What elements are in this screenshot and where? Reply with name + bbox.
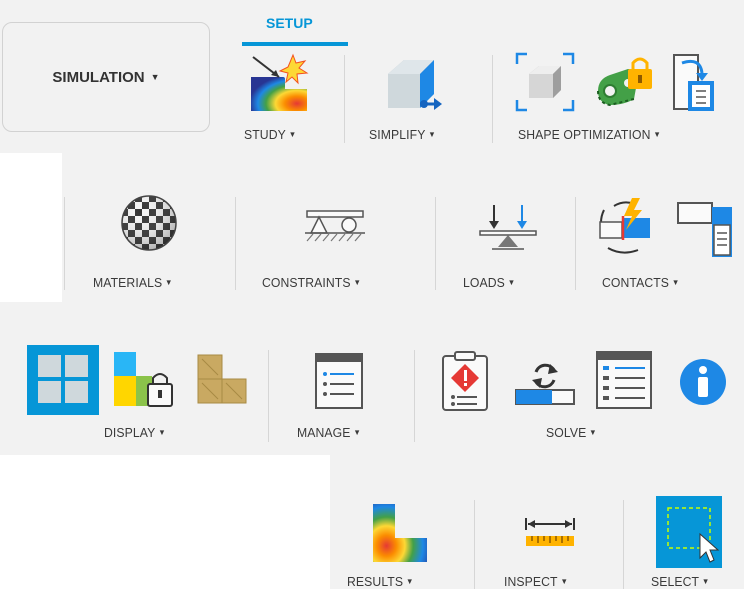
solve-label: SOLVE <box>546 425 587 440</box>
chevron-down-icon: ▼ <box>165 278 173 287</box>
study-menu[interactable]: STUDY ▼ <box>244 127 296 142</box>
inspect-menu[interactable]: INSPECT ▼ <box>504 574 568 589</box>
shape-optimization-label: SHAPE OPTIMIZATION <box>518 127 651 142</box>
separator <box>474 500 475 589</box>
chevron-down-icon: ▼ <box>589 428 597 437</box>
chevron-down-icon: ▼ <box>428 130 436 139</box>
contacts-menu[interactable]: CONTACTS ▼ <box>602 275 679 290</box>
select-window-icon[interactable] <box>656 496 722 568</box>
separator <box>64 197 65 290</box>
display-lock-icon[interactable] <box>112 350 176 412</box>
chevron-down-icon: ▼ <box>653 130 661 139</box>
manage-list-icon[interactable] <box>314 352 364 410</box>
loads-menu[interactable]: LOADS ▼ <box>463 275 515 290</box>
workspace-switcher[interactable]: SIMULATION ▼ <box>2 22 210 132</box>
materials-icon[interactable] <box>120 194 178 252</box>
separator <box>414 350 415 442</box>
inspect-ruler-icon[interactable] <box>524 514 576 550</box>
chevron-down-icon: ▼ <box>671 278 680 287</box>
display-tiles-icon[interactable] <box>196 353 250 407</box>
preserve-region-lock-icon[interactable] <box>594 53 658 109</box>
constraints-icon[interactable] <box>303 209 367 245</box>
materials-label: MATERIALS <box>93 275 163 290</box>
contacts-label: CONTACTS <box>602 275 670 290</box>
solve-sync-icon[interactable] <box>514 358 576 406</box>
constraints-label: CONSTRAINTS <box>262 275 351 290</box>
solve-details-icon[interactable] <box>595 350 653 410</box>
chevron-down-icon: ▼ <box>353 428 361 437</box>
manage-label: MANAGE <box>297 425 351 440</box>
simplify-label: SIMPLIFY <box>369 127 426 142</box>
separator <box>435 197 436 290</box>
select-label: SELECT <box>651 574 700 589</box>
separator <box>623 500 624 589</box>
separator <box>492 55 493 143</box>
separator <box>268 350 269 442</box>
workspace-label: SIMULATION <box>52 68 145 86</box>
study-label: STUDY <box>244 127 286 142</box>
chevron-down-icon: ▼ <box>560 577 568 586</box>
solve-menu[interactable]: SOLVE ▼ <box>546 425 597 440</box>
simplify-icon[interactable] <box>386 56 442 112</box>
display-label: DISPLAY <box>104 425 156 440</box>
materials-menu[interactable]: MATERIALS ▼ <box>93 275 173 290</box>
chevron-down-icon: ▼ <box>405 577 414 586</box>
contacts-icon[interactable] <box>594 196 658 260</box>
shape-optimization-box-icon[interactable] <box>515 52 575 112</box>
panel-icon[interactable] <box>676 201 734 259</box>
chevron-down-icon: ▼ <box>288 130 297 139</box>
tab-setup[interactable]: SETUP <box>266 15 313 31</box>
precheck-icon[interactable] <box>441 350 491 414</box>
chevron-down-icon: ▼ <box>507 278 516 287</box>
separator <box>235 197 236 290</box>
display-mesh-icon[interactable] <box>27 345 99 415</box>
constraints-menu[interactable]: CONSTRAINTS ▼ <box>262 275 361 290</box>
chevron-down-icon: ▼ <box>353 278 361 287</box>
results-label: RESULTS <box>347 574 404 589</box>
chevron-down-icon: ▼ <box>158 428 166 437</box>
loads-label: LOADS <box>463 275 505 290</box>
display-menu[interactable]: DISPLAY ▼ <box>104 425 166 440</box>
study-icon[interactable] <box>249 53 309 113</box>
results-menu[interactable]: RESULTS ▼ <box>347 574 413 589</box>
chevron-down-icon: ▼ <box>150 72 160 82</box>
shape-optimization-menu[interactable]: SHAPE OPTIMIZATION ▼ <box>518 127 661 142</box>
separator <box>575 197 576 290</box>
separator <box>344 55 345 143</box>
simplify-menu[interactable]: SIMPLIFY ▼ <box>369 127 436 142</box>
inspect-label: INSPECT <box>504 574 558 589</box>
active-tab-indicator <box>242 42 348 46</box>
results-icon[interactable] <box>371 502 429 564</box>
panel-icon[interactable] <box>672 53 716 113</box>
manage-menu[interactable]: MANAGE ▼ <box>297 425 361 440</box>
select-menu[interactable]: SELECT ▼ <box>651 574 709 589</box>
loads-icon[interactable] <box>478 203 538 255</box>
chevron-down-icon: ▼ <box>701 577 710 586</box>
info-icon[interactable] <box>679 358 727 406</box>
